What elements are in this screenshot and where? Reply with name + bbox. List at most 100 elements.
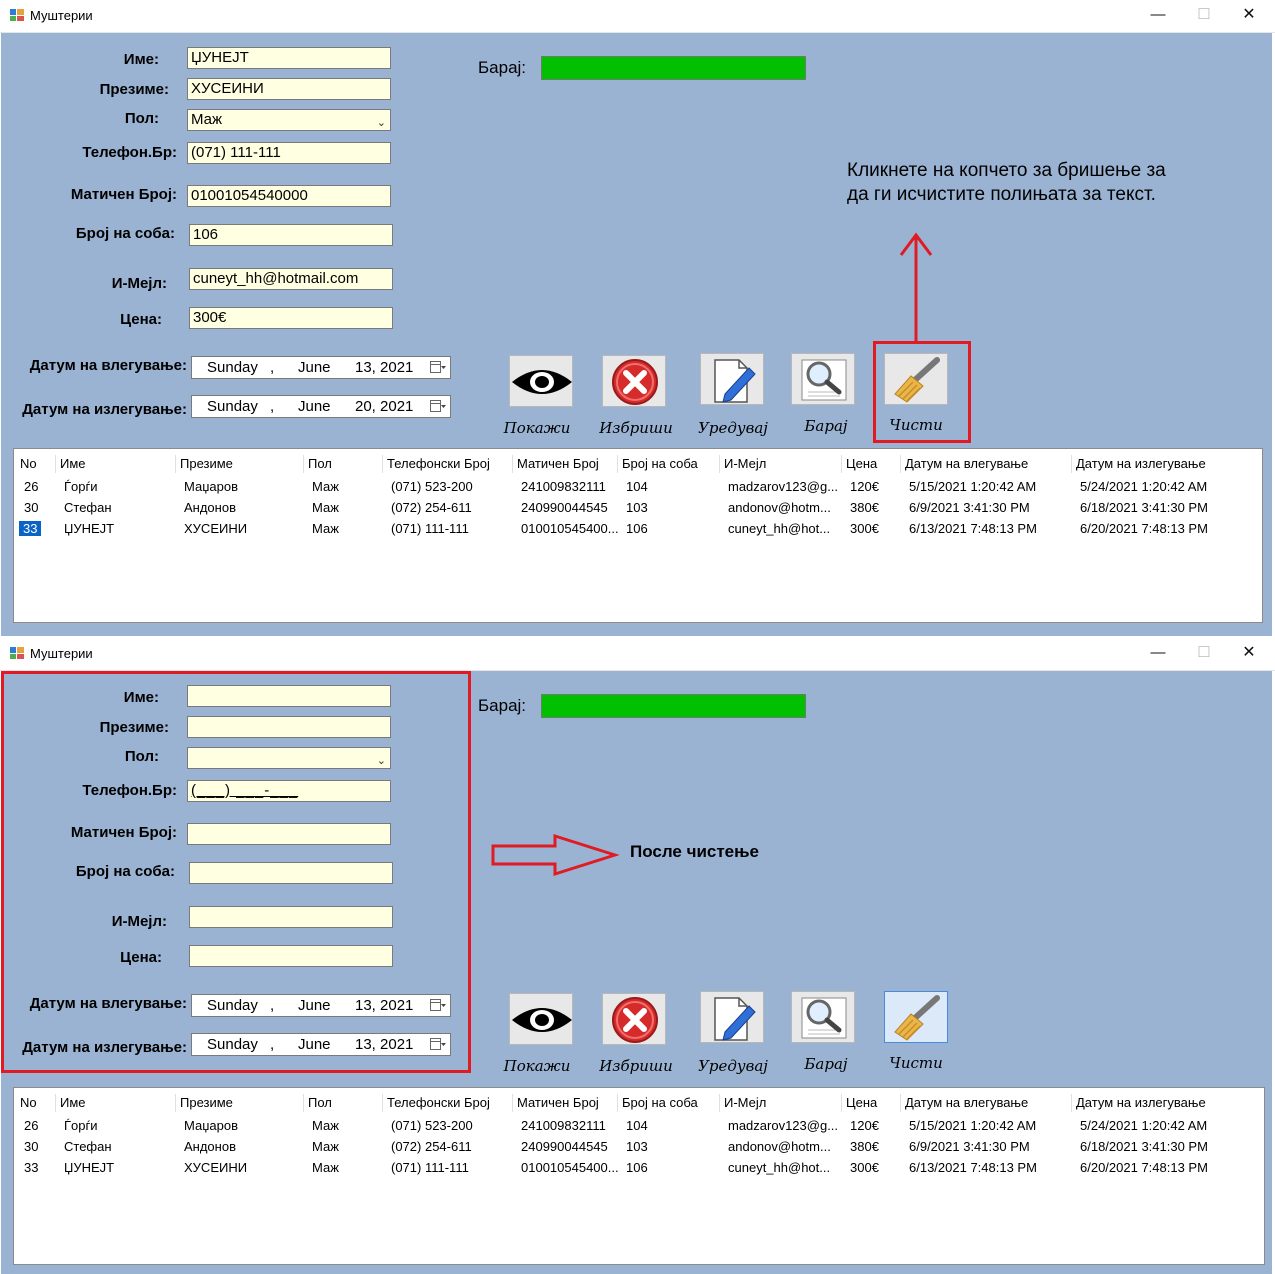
column-separator (55, 455, 56, 473)
search-button[interactable] (791, 353, 855, 405)
calendar-dropdown-icon[interactable] (430, 361, 446, 374)
customers-window-after: Муштерии — ☐ ✕ Име: Презиме: Пол: Телефо… (0, 638, 1275, 1274)
selected-row-indicator: 33 (19, 521, 42, 536)
email-input[interactable]: cuneyt_hh@hotmail.com (189, 268, 393, 290)
grid-header-row: No Име Презиме Пол Телефонски Број Матичен Бр… (14, 453, 1262, 474)
checkout-month: June (298, 398, 331, 415)
table-cell: (071) 523-200 (391, 1118, 473, 1133)
table-row[interactable]: 30 Стефан Андонов Маж (072) 254-611 240990044… (14, 497, 1262, 518)
column-header[interactable]: Телефонски Број (387, 453, 515, 474)
form-client-area: Име: Презиме: Пол: Телефон.Бр: Матичен Б… (1, 33, 1272, 636)
table-cell: Ѓорѓи (64, 479, 98, 494)
checkin-month: June (298, 359, 331, 376)
table-row[interactable]: 30 Стефан Андонов Маж (072) 254-611 240990044… (14, 1136, 1264, 1157)
annotation-up-arrow-icon (899, 232, 933, 341)
column-header[interactable]: И-Мејл (724, 1092, 842, 1113)
table-cell: Маж (312, 1160, 339, 1175)
column-header[interactable]: Пол (308, 1092, 384, 1113)
column-header[interactable]: Матичен Број (517, 1092, 619, 1113)
room-input[interactable]: 106 (189, 224, 393, 246)
column-header[interactable]: Датум на влегување (905, 453, 1073, 474)
table-cell: 30 (24, 500, 39, 515)
column-header[interactable]: No (20, 1092, 58, 1113)
table-cell: (071) 111-111 (391, 521, 469, 536)
edit-button[interactable] (700, 991, 764, 1043)
table-cell: madzarov123@g... (728, 479, 839, 494)
search-button[interactable] (791, 991, 855, 1043)
show-button[interactable] (509, 355, 573, 407)
column-header[interactable]: Презиме (180, 1092, 306, 1113)
table-cell: 103 (626, 500, 648, 515)
search-label: Барај: (478, 696, 527, 715)
close-button[interactable]: ✕ (1226, 642, 1272, 666)
table-row[interactable]: 26 Ѓорѓи Маџаров Маж (071) 523-200 2410098321… (14, 476, 1262, 497)
clear-button[interactable] (884, 991, 948, 1043)
search-input[interactable] (541, 694, 806, 718)
table-cell: Ѓорѓи (64, 1118, 98, 1133)
column-separator (512, 455, 513, 473)
column-header[interactable]: Датум на излегување (1076, 453, 1256, 474)
delete-button-caption: Избриши (599, 419, 673, 437)
calendar-dropdown-icon[interactable] (430, 400, 446, 413)
table-cell: 120€ (850, 1118, 879, 1133)
column-separator (55, 1094, 56, 1112)
table-cell: 26 (24, 479, 39, 494)
column-header[interactable]: И-Мејл (724, 453, 842, 474)
checkin-date-picker[interactable]: Sunday , June 13, 2021 (191, 356, 451, 379)
delete-button[interactable] (602, 355, 666, 407)
phone-label: Телефон.Бр: (82, 144, 177, 161)
column-header[interactable]: Име (60, 1092, 178, 1113)
column-header[interactable]: Број на соба (622, 453, 722, 474)
search-input[interactable] (541, 56, 806, 80)
table-row[interactable]: 33 ЏУНЕЈТ ХУСЕИНИ Маж (071) 111-111 010010545… (14, 518, 1262, 539)
embg-input[interactable]: 01001054540000 (187, 185, 391, 207)
column-header[interactable]: Презиме (180, 453, 306, 474)
column-header[interactable]: Пол (308, 453, 384, 474)
column-header[interactable]: Датум на излегување (1076, 1092, 1256, 1113)
customers-grid[interactable]: No Име Презиме Пол Телефонски Број Матичен Бр… (13, 448, 1263, 623)
checkout-date-picker[interactable]: Sunday , June 20, 2021 (191, 395, 451, 418)
column-header[interactable]: Број на соба (622, 1092, 722, 1113)
column-header[interactable]: Телефонски Број (387, 1092, 515, 1113)
table-cell: 6/18/2021 3:41:30 PM (1080, 1139, 1208, 1154)
surname-input[interactable]: ХУСЕИНИ (187, 78, 391, 100)
search-button-caption: Барај (804, 417, 848, 435)
table-cell: Маж (312, 521, 339, 536)
table-row[interactable]: 33 ЏУНЕЈТ ХУСЕИНИ Маж (071) 111-111 010010545… (14, 1157, 1264, 1178)
price-input[interactable]: 300€ (189, 307, 393, 329)
column-header[interactable]: Датум на влегување (905, 1092, 1073, 1113)
chevron-down-icon[interactable]: ⌄ (377, 113, 386, 130)
maximize-button[interactable]: ☐ (1181, 642, 1227, 666)
title-bar: Муштерии — ☐ ✕ (0, 0, 1275, 33)
grid-header-row: No Име Презиме Пол Телефонски Број Матичен Бр… (14, 1092, 1264, 1113)
show-button[interactable] (509, 993, 573, 1045)
table-cell: 241009832111 (521, 1118, 606, 1133)
edit-button[interactable] (700, 353, 764, 405)
minimize-button[interactable]: — (1135, 642, 1181, 666)
minimize-button[interactable]: — (1135, 4, 1181, 28)
table-cell: 380€ (850, 500, 879, 515)
column-header[interactable]: Цена (846, 453, 902, 474)
column-header[interactable]: Цена (846, 1092, 902, 1113)
column-header[interactable]: Матичен Број (517, 453, 619, 474)
column-separator (382, 1094, 383, 1112)
eye-icon (512, 370, 572, 394)
column-separator (175, 1094, 176, 1112)
name-input[interactable]: ЏУНЕЈТ (187, 47, 391, 69)
column-header[interactable]: No (20, 453, 58, 474)
table-cell: 5/15/2021 1:20:42 AM (909, 479, 1037, 494)
checkout-label: Датум на излегување: (22, 401, 187, 418)
table-cell: Маж (312, 479, 339, 494)
customers-grid[interactable]: No Име Презиме Пол Телефонски Број Матичен Бр… (13, 1087, 1265, 1265)
delete-button[interactable] (602, 993, 666, 1045)
table-row[interactable]: 26 Ѓорѓи Маџаров Маж (071) 523-200 2410098321… (14, 1115, 1264, 1136)
window-title: Муштерии (30, 646, 93, 661)
close-button[interactable]: ✕ (1226, 4, 1272, 28)
maximize-button[interactable]: ☐ (1181, 4, 1227, 28)
show-button-caption: Покажи (503, 419, 571, 437)
table-cell: ЏУНЕЈТ (64, 521, 115, 536)
gender-select[interactable]: Маж ⌄ (187, 109, 391, 131)
column-header[interactable]: Име (60, 453, 178, 474)
phone-input[interactable]: (071) 111-111 (187, 142, 391, 164)
column-separator (1071, 1094, 1072, 1112)
